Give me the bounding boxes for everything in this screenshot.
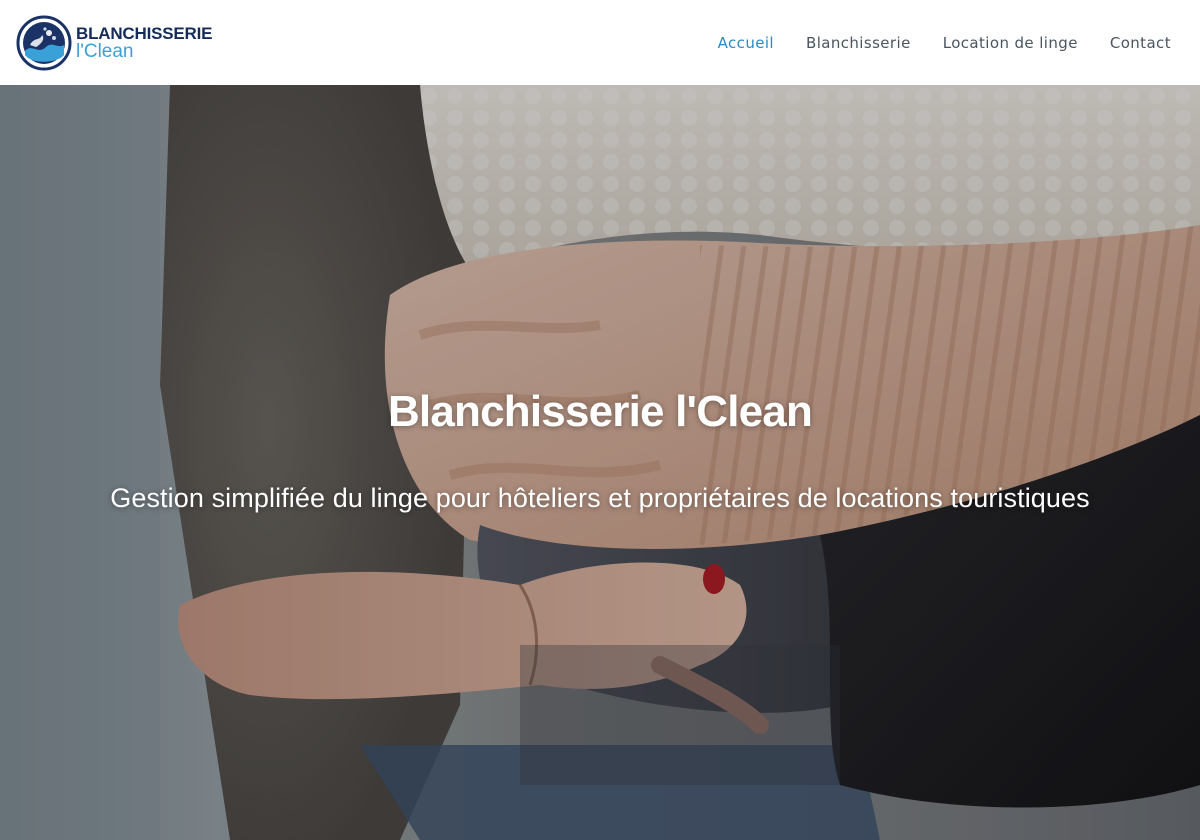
logo-wordmark-bottom: l'Clean — [76, 40, 134, 62]
site-logo[interactable]: BLANCHISSERIE l'Clean — [16, 15, 212, 71]
logo-wordmark-top: BLANCHISSERIE — [76, 23, 213, 43]
nav-item-contact[interactable]: Contact — [1110, 34, 1171, 52]
site-header: BLANCHISSERIE l'Clean Accueil Blanchisse… — [0, 0, 1200, 85]
hero-subtitle: Gestion simplifiée du linge pour hôtelie… — [110, 483, 1090, 513]
main-nav: Accueil Blanchisserie Location de linge … — [718, 34, 1171, 52]
hero-section: Blanchisserie l'Clean Gestion simplifiée… — [0, 85, 1200, 840]
nav-item-blanchisserie[interactable]: Blanchisserie — [806, 34, 911, 52]
hero-content: Blanchisserie l'Clean Gestion simplifiée… — [0, 85, 1200, 840]
nav-item-accueil[interactable]: Accueil — [718, 34, 774, 52]
hero-title: Blanchisserie l'Clean — [387, 387, 813, 436]
nav-item-location-de-linge[interactable]: Location de linge — [943, 34, 1078, 52]
laundry-wave-logo-icon — [16, 15, 72, 70]
